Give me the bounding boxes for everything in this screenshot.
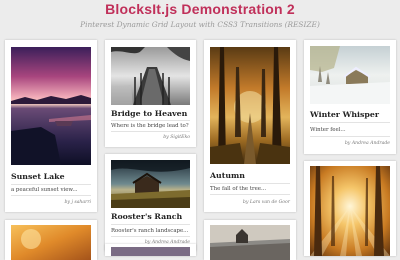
page-subtitle: Pinterest Dynamic Grid Layout with CSS3 … xyxy=(80,20,320,29)
grid-card-orange-field[interactable] xyxy=(5,220,97,260)
dusk-photo[interactable] xyxy=(111,247,190,256)
grid-card-fields[interactable] xyxy=(204,220,296,260)
card-title: Sunset Lake xyxy=(11,172,65,181)
orange-field-photo[interactable] xyxy=(11,225,91,260)
bridge-photo[interactable] xyxy=(111,47,190,105)
card-title: Bridge to Heaven xyxy=(111,109,188,118)
card-divider xyxy=(111,120,190,121)
card-title: Autumn xyxy=(210,171,245,180)
card-divider xyxy=(11,195,91,196)
winter-photo[interactable] xyxy=(310,46,390,104)
page-header: BlocksIt.js Demonstration 2 Pinterest Dy… xyxy=(0,0,400,40)
card-title: Winter Whisper xyxy=(310,110,379,119)
card-divider xyxy=(111,236,190,237)
card-divider xyxy=(310,136,390,137)
card-description: Rooster's ranch landscape... xyxy=(111,228,189,234)
card-divider xyxy=(210,194,290,195)
grid-card-roosters-ranch[interactable]: Rooster's Ranch Rooster's ranch landscap… xyxy=(105,154,196,251)
ranch-photo[interactable] xyxy=(111,160,190,208)
card-divider xyxy=(310,122,390,123)
autumn-photo[interactable] xyxy=(210,47,290,164)
card-author: by SigitEko xyxy=(163,135,190,140)
card-description: The fall of the tree... xyxy=(210,186,267,192)
card-description: Where is the bridge lead to? xyxy=(111,123,189,129)
grid-card-sunlit-forest[interactable] xyxy=(304,161,396,256)
sunset-lake-photo[interactable] xyxy=(11,47,91,165)
card-divider xyxy=(111,224,190,225)
card-divider xyxy=(111,131,190,132)
grid-card-sunset-lake[interactable]: Sunset Lake a peaceful sunset view... by… xyxy=(5,40,97,212)
card-title: Rooster's Ranch xyxy=(111,212,183,221)
card-author: by Lars van de Goor xyxy=(242,200,290,205)
grid-card-autumn[interactable]: Autumn The fall of the tree... by Lars v… xyxy=(204,40,296,212)
card-author: by j saharri xyxy=(64,200,91,205)
sunlit-forest-photo[interactable] xyxy=(310,166,390,256)
card-description: Winter feel... xyxy=(310,127,346,133)
grid-card-dusk[interactable] xyxy=(105,244,196,256)
fields-photo[interactable] xyxy=(210,225,290,260)
card-description: a peaceful sunset view... xyxy=(11,187,78,193)
page-title: BlocksIt.js Demonstration 2 xyxy=(105,1,295,17)
card-divider xyxy=(210,183,290,184)
card-author: by Andrea Andrade xyxy=(344,141,390,146)
grid-card-bridge-to-heaven[interactable]: Bridge to Heaven Where is the bridge lea… xyxy=(105,40,196,147)
card-divider xyxy=(11,184,91,185)
grid-card-winter-whisper[interactable]: Winter Whisper Winter feel... by Andrea … xyxy=(304,40,396,154)
